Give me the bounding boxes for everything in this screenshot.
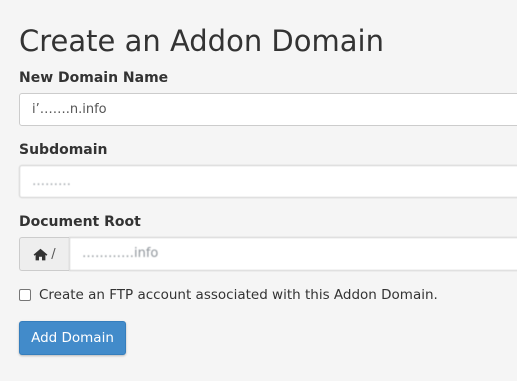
- addon-domain-page: Create an Addon Domain New Domain Name i…: [0, 0, 517, 381]
- ftp-checkbox-row[interactable]: Create an FTP account associated with th…: [19, 287, 438, 303]
- home-icon: [33, 248, 48, 261]
- new-domain-input[interactable]: i’…….n.info: [19, 93, 517, 126]
- ftp-checkbox[interactable]: [19, 289, 31, 301]
- document-root-prefix: /: [19, 237, 69, 271]
- document-root-label: Document Root: [19, 214, 141, 230]
- subdomain-input[interactable]: ………: [19, 165, 517, 198]
- subdomain-label: Subdomain: [19, 142, 108, 158]
- document-root-input[interactable]: …………info: [69, 237, 517, 271]
- document-root-group: / …………info: [19, 237, 517, 271]
- page-title: Create an Addon Domain: [19, 24, 384, 58]
- document-root-slash: /: [51, 246, 56, 262]
- add-domain-button[interactable]: Add Domain: [19, 321, 126, 355]
- ftp-checkbox-label[interactable]: Create an FTP account associated with th…: [39, 287, 438, 303]
- new-domain-label: New Domain Name: [19, 70, 169, 86]
